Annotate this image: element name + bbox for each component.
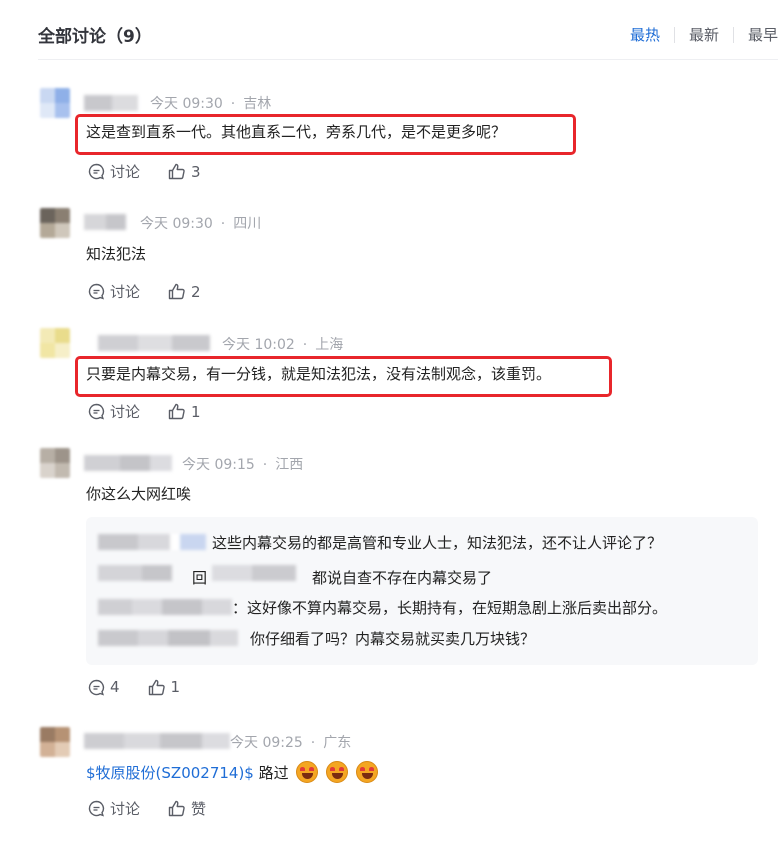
comment-actions: 4 1 (88, 678, 180, 696)
avatar[interactable] (40, 208, 70, 238)
comment-location: 江西 (275, 457, 304, 473)
avatar[interactable] (40, 328, 70, 358)
reply-text: 都说自查不存在内幕交易了 (312, 569, 493, 587)
reply-text: ：这好像不算内幕交易，长期持有，在短期急剧上涨后卖出部分。 (232, 599, 668, 617)
stock-link[interactable]: $牧原股份(SZ002714)$ (86, 764, 254, 782)
divider (732, 26, 734, 43)
thumbs-up-icon (168, 800, 185, 817)
reply-count: 4 (110, 678, 120, 696)
discuss-button[interactable]: 讨论 (88, 281, 140, 302)
discussion-header: 全部讨论（9） 最热 最新 最早 (38, 18, 778, 60)
thumbs-up-icon (148, 679, 165, 695)
reply-text: 这些内幕交易的都是高管和专业人士，知法犯法，还不让人评论了？ (212, 534, 663, 552)
username-redacted[interactable] (98, 534, 206, 550)
comment-meta: 今天 09:15 · 江西 (182, 457, 304, 473)
comment-location: 上海 (315, 337, 344, 353)
like-count: 2 (191, 282, 201, 301)
discuss-label: 讨论 (110, 800, 141, 818)
like-count: 1 (191, 402, 201, 421)
like-button[interactable]: 1 (148, 678, 181, 696)
star-struck-emoji (356, 761, 378, 783)
comment-content: $牧原股份(SZ002714)$ 路过 (86, 761, 378, 784)
comment-meta: 今天 09:30 · 吉林 (150, 96, 272, 112)
reply-text: 你仔细看了吗？内幕交易就买卖几万块钱？ (250, 630, 536, 648)
comment-icon (88, 679, 105, 695)
thumbs-up-icon (168, 403, 185, 420)
comment-text: 你这么大网红唉 (86, 485, 192, 503)
reply-list: 这些内幕交易的都是高管和专业人士，知法犯法，还不让人评论了？ 回 都说自查不存在… (86, 517, 758, 665)
comment-time: 今天 09:30 (150, 96, 223, 112)
comment-icon (88, 403, 105, 420)
username-redacted[interactable] (84, 455, 172, 471)
comment-meta: 今天 10:02 · 上海 (222, 337, 344, 353)
like-button[interactable]: 3 (168, 163, 201, 181)
highlight-box (75, 356, 612, 397)
discuss-label: 讨论 (110, 283, 141, 301)
comment-actions: 讨论 2 (88, 281, 201, 302)
discussion-title: 全部讨论（9） (38, 27, 152, 47)
username-redacted[interactable] (84, 214, 126, 230)
comment-icon (88, 800, 105, 817)
sort-tab-oldest[interactable]: 最早 (748, 24, 778, 45)
comment-location: 四川 (233, 216, 262, 232)
reply-item[interactable]: 你仔细看了吗？内幕交易就买卖几万块钱？ (86, 628, 758, 648)
comment-icon (88, 283, 105, 300)
reply-item[interactable]: 回 都说自查不存在内幕交易了 (86, 565, 758, 587)
comment-actions: 讨论 3 (88, 161, 201, 182)
sort-tab-newest[interactable]: 最新 (689, 24, 719, 45)
highlight-box (75, 114, 576, 155)
username-redacted[interactable] (98, 630, 238, 646)
divider (673, 26, 675, 43)
username-redacted[interactable] (98, 335, 210, 351)
comment-actions: 讨论 1 (88, 401, 201, 422)
comment-time: 今天 09:15 (182, 457, 255, 473)
comment-text: 知法犯法 (86, 245, 147, 263)
comment-location: 广东 (323, 735, 352, 751)
comment-time: 今天 09:25 (230, 735, 303, 751)
thumbs-up-icon (168, 163, 185, 180)
thumbs-up-icon (168, 283, 185, 300)
reply-item[interactable]: 这些内幕交易的都是高管和专业人士，知法犯法，还不让人评论了？ (86, 532, 758, 552)
star-struck-emoji (296, 761, 319, 783)
discuss-label: 讨论 (110, 403, 141, 421)
comment-meta: 今天 09:30 · 四川 (140, 216, 262, 232)
comment-meta: 今天 09:25 · 广东 (230, 735, 352, 751)
like-button[interactable]: 赞 (168, 798, 206, 819)
discuss-button[interactable]: 讨论 (88, 401, 140, 422)
username-redacted[interactable] (98, 565, 172, 581)
username-redacted[interactable] (212, 565, 296, 581)
avatar[interactable] (40, 448, 70, 478)
avatar[interactable] (40, 88, 70, 118)
reply-prefix: 回 (192, 569, 208, 587)
comment-location: 吉林 (243, 96, 272, 112)
comment-icon (88, 163, 105, 180)
discuss-button[interactable]: 讨论 (88, 161, 140, 182)
discuss-button[interactable]: 4 (88, 678, 120, 696)
like-label: 赞 (191, 800, 207, 818)
like-button[interactable]: 2 (168, 283, 201, 301)
username-redacted[interactable] (98, 599, 232, 615)
comment-time: 今天 09:30 (140, 216, 213, 232)
like-count: 3 (191, 162, 201, 181)
sort-tab-hot[interactable]: 最热 (630, 24, 660, 45)
sort-tabs: 最热 最新 最早 (630, 24, 778, 45)
reply-item[interactable]: ：这好像不算内幕交易，长期持有，在短期急剧上涨后卖出部分。 (86, 597, 758, 617)
comment-actions: 讨论 赞 (88, 798, 206, 819)
discuss-button[interactable]: 讨论 (88, 798, 140, 819)
star-struck-emoji (326, 761, 349, 783)
username-redacted[interactable] (84, 733, 230, 749)
discuss-label: 讨论 (110, 163, 141, 181)
comment-text: 路过 (258, 764, 289, 782)
like-button[interactable]: 1 (168, 403, 201, 421)
comment-time: 今天 10:02 (222, 337, 295, 353)
username-redacted[interactable] (84, 95, 138, 111)
avatar[interactable] (40, 727, 70, 757)
like-count: 1 (170, 678, 181, 696)
